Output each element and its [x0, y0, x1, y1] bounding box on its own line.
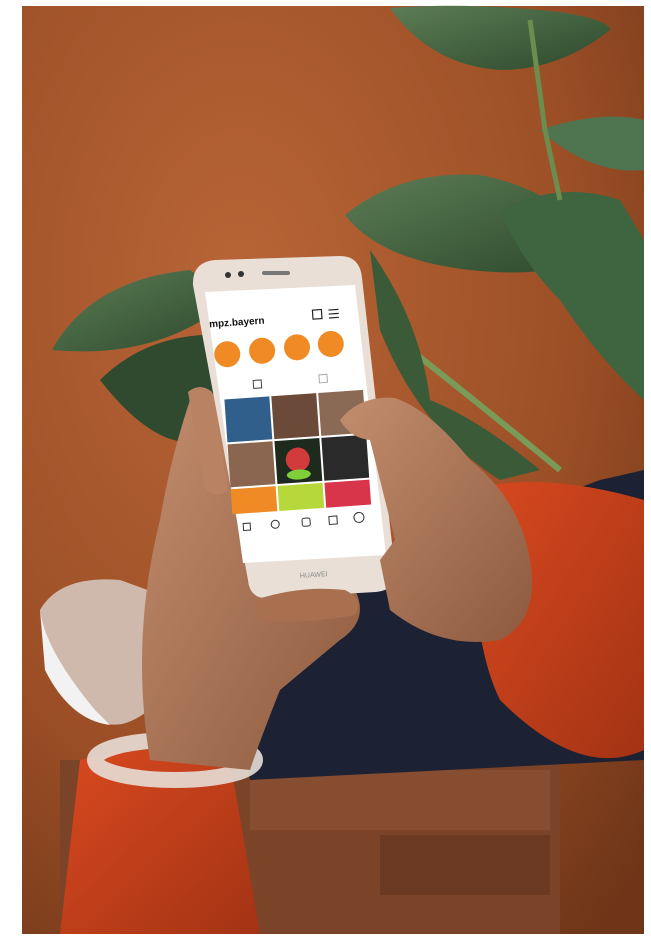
post-grid	[224, 389, 372, 515]
post-thumbnail[interactable]	[224, 396, 273, 443]
post-thumbnail[interactable]	[277, 482, 325, 511]
post-thumbnail[interactable]	[230, 486, 278, 515]
post-thumbnail[interactable]	[324, 479, 372, 508]
photo-illustration: HUAWEI mpz.bayern	[0, 0, 651, 939]
post-thumbnail[interactable]	[321, 434, 370, 481]
post-thumbnail[interactable]	[227, 441, 276, 488]
post-thumbnail[interactable]	[271, 393, 320, 440]
photo-scene: HUAWEI mpz.bayern	[0, 0, 651, 939]
